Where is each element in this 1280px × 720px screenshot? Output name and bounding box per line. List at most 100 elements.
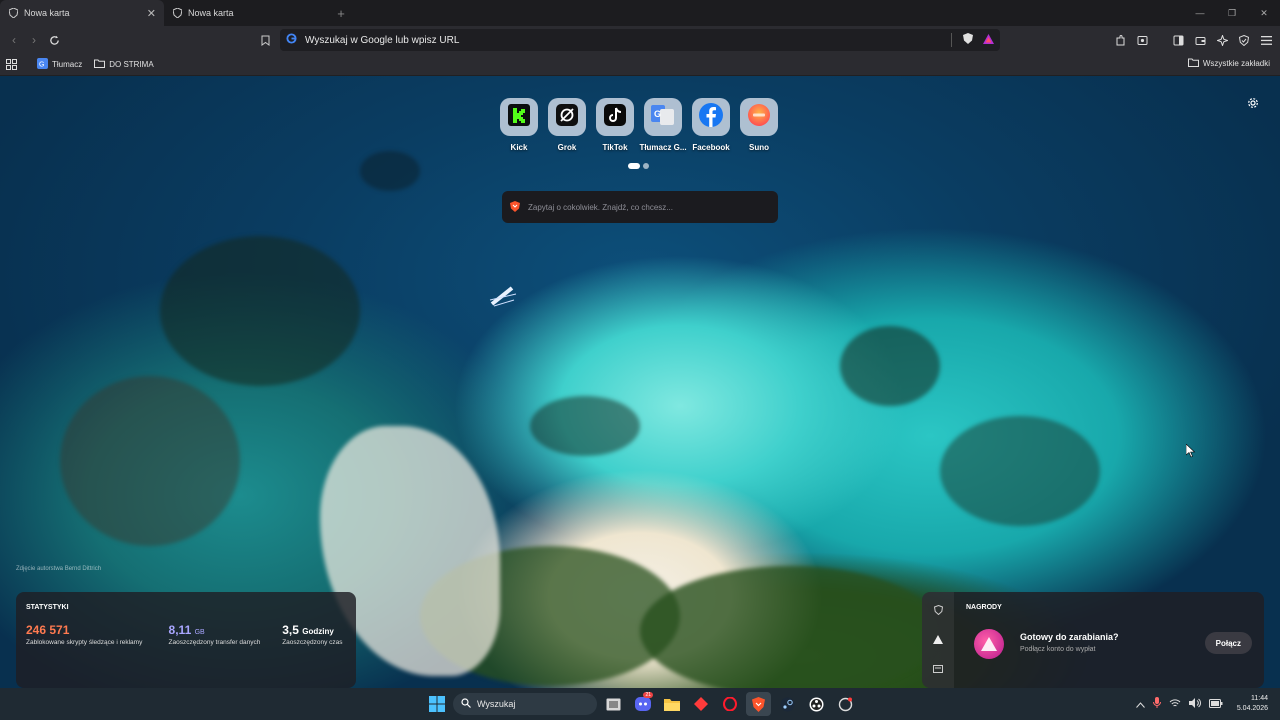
bookmark-folder-do-strima[interactable]: DO STRIMA: [88, 59, 159, 70]
new-tab-button[interactable]: +: [328, 0, 354, 26]
steam-icon[interactable]: [775, 692, 800, 716]
reload-icon[interactable]: [44, 30, 64, 50]
maximize-icon[interactable]: ❐: [1216, 0, 1248, 26]
top-site-grok[interactable]: Grok: [548, 98, 586, 152]
apps-grid-icon[interactable]: [0, 59, 23, 70]
stat-number: 3,5: [282, 623, 299, 637]
brave-shield-icon: [172, 8, 182, 18]
windows-start-icon[interactable]: [424, 692, 449, 716]
task-view-icon[interactable]: [601, 692, 626, 716]
site-label: Grok: [557, 143, 577, 152]
news-icon[interactable]: [933, 660, 943, 678]
site-label: Facebook: [692, 143, 730, 152]
tab-new-tab[interactable]: Nowa karta: [164, 0, 328, 26]
site-tile[interactable]: [596, 98, 634, 136]
stat-value: 3,5 Godziny: [282, 623, 346, 637]
stat-value: 8,11 GB: [169, 623, 283, 637]
wallet-icon[interactable]: [1192, 30, 1208, 50]
stat-number: 8,11: [168, 623, 192, 637]
folder-icon: [1187, 58, 1199, 69]
obs-icon[interactable]: [804, 692, 829, 716]
brave-shields-icon[interactable]: [963, 33, 973, 47]
widget-switcher: [922, 592, 954, 688]
brave-rewards-icon[interactable]: [983, 33, 994, 47]
tab-strip: Nowa karta ✕ Nowa karta + — ❐ ✕: [0, 0, 1280, 26]
rewards-subtitle: Podłącz konto do wypłat: [1020, 646, 1096, 653]
top-site-google-translate[interactable]: G Tłumacz G...: [639, 98, 687, 152]
stat-trackers: 246 571 Zablokowane skrypty śledzące i r…: [26, 623, 169, 648]
app-red-diamond-icon[interactable]: [688, 692, 713, 716]
close-window-icon[interactable]: ✕: [1248, 0, 1280, 26]
chevron-up-icon[interactable]: [1135, 695, 1145, 713]
brave-browser-icon[interactable]: [746, 692, 771, 716]
battery-icon[interactable]: [1208, 695, 1223, 713]
gear-icon[interactable]: [1246, 96, 1260, 110]
top-site-facebook[interactable]: Facebook: [692, 98, 730, 152]
discord-icon[interactable]: 21: [630, 692, 655, 716]
forward-icon[interactable]: ›: [24, 30, 44, 50]
connect-button[interactable]: Połącz: [1204, 632, 1252, 654]
menu-icon[interactable]: [1258, 30, 1274, 50]
clock-time: 11:44: [1251, 695, 1268, 703]
boat-icon: [488, 284, 518, 310]
kick-icon: [508, 103, 530, 131]
photo-credit[interactable]: Zdjęcie autorstwa Bernd Dittrich: [16, 566, 101, 572]
ask-placeholder: Zapytaj o cokolwiek. Znajdź, co chcesz..…: [528, 202, 673, 212]
extensions-icon[interactable]: [1112, 30, 1128, 50]
reef-shape: [360, 151, 420, 191]
vpn-shield-icon[interactable]: [933, 602, 943, 620]
tab-title: Nowa karta: [24, 8, 70, 18]
reef-shape: [160, 236, 360, 386]
stats-widget: STATYSTYKI 246 571 Zablokowane skrypty ś…: [16, 592, 356, 688]
tab-close-icon[interactable]: ✕: [147, 7, 156, 20]
file-explorer-icon[interactable]: [659, 692, 684, 716]
search-icon: [461, 698, 471, 710]
app-dial-icon[interactable]: [833, 692, 858, 716]
top-site-kick[interactable]: Kick: [500, 98, 538, 152]
new-tab-page: Kick Grok TikTok G Tłumacz G... Facebook…: [0, 76, 1280, 688]
browser-toolbar: ‹ › Wyszukaj w Google lub wpisz URL: [0, 26, 1280, 54]
stat-description: Zablokowane skrypty śledzące i reklamy: [26, 639, 143, 646]
svg-text:G: G: [654, 109, 661, 119]
back-icon[interactable]: ‹: [4, 30, 24, 50]
taskbar-search-label: Wyszukaj: [477, 699, 516, 709]
all-bookmarks-folder[interactable]: Wszystkie zakładki: [1187, 58, 1270, 69]
site-tile[interactable]: [548, 98, 586, 136]
sidebar-icon[interactable]: [1170, 30, 1186, 50]
site-tile[interactable]: [500, 98, 538, 136]
bookmark-translate[interactable]: G Tłumacz: [31, 58, 88, 71]
rewards-title: NAGRODY: [966, 604, 1002, 611]
reef-shape: [60, 376, 240, 546]
address-bar-text: Wyszukaj w Google lub wpisz URL: [305, 34, 460, 46]
leo-ai-icon[interactable]: [1214, 30, 1230, 50]
tiktok-icon: [604, 103, 626, 131]
minimize-icon[interactable]: —: [1184, 0, 1216, 26]
clock[interactable]: 11:44 5.04.2026: [1237, 694, 1268, 714]
window-controls: — ❐ ✕: [1184, 0, 1280, 26]
top-site-tiktok[interactable]: TikTok: [596, 98, 634, 152]
bookmarks-bar: G Tłumacz DO STRIMA Wszystkie zakładki: [0, 54, 1280, 76]
site-label: TikTok: [602, 143, 628, 152]
rewards-triangle-icon[interactable]: [933, 631, 943, 649]
tab-new-tab-active[interactable]: Nowa karta ✕: [0, 0, 164, 26]
microphone-icon[interactable]: [1152, 695, 1161, 713]
all-bookmarks-label: Wszystkie zakładki: [1202, 59, 1270, 68]
site-tile[interactable]: G: [644, 98, 682, 136]
pager-dot[interactable]: [643, 163, 649, 169]
screenshot-icon[interactable]: [1134, 30, 1150, 50]
site-tile[interactable]: [692, 98, 730, 136]
site-tile[interactable]: [740, 98, 778, 136]
wifi-icon[interactable]: [1169, 695, 1181, 713]
top-site-suno[interactable]: Suno: [740, 98, 778, 152]
reef-shape: [940, 416, 1100, 526]
stat-time: 3,5 Godziny Zaoszczędzony czas: [282, 623, 346, 648]
system-tray: 11:44 5.04.2026: [1135, 692, 1268, 716]
volume-icon[interactable]: [1188, 695, 1201, 713]
bookmark-this-icon[interactable]: [256, 30, 274, 50]
opera-icon[interactable]: [717, 692, 742, 716]
pager-dot-active[interactable]: [628, 163, 640, 169]
address-bar[interactable]: Wyszukaj w Google lub wpisz URL: [280, 29, 1000, 51]
vpn-icon[interactable]: [1236, 30, 1252, 50]
taskbar-search[interactable]: Wyszukaj: [453, 693, 597, 715]
ask-anything-input[interactable]: Zapytaj o cokolwiek. Znajdź, co chcesz..…: [502, 191, 778, 223]
